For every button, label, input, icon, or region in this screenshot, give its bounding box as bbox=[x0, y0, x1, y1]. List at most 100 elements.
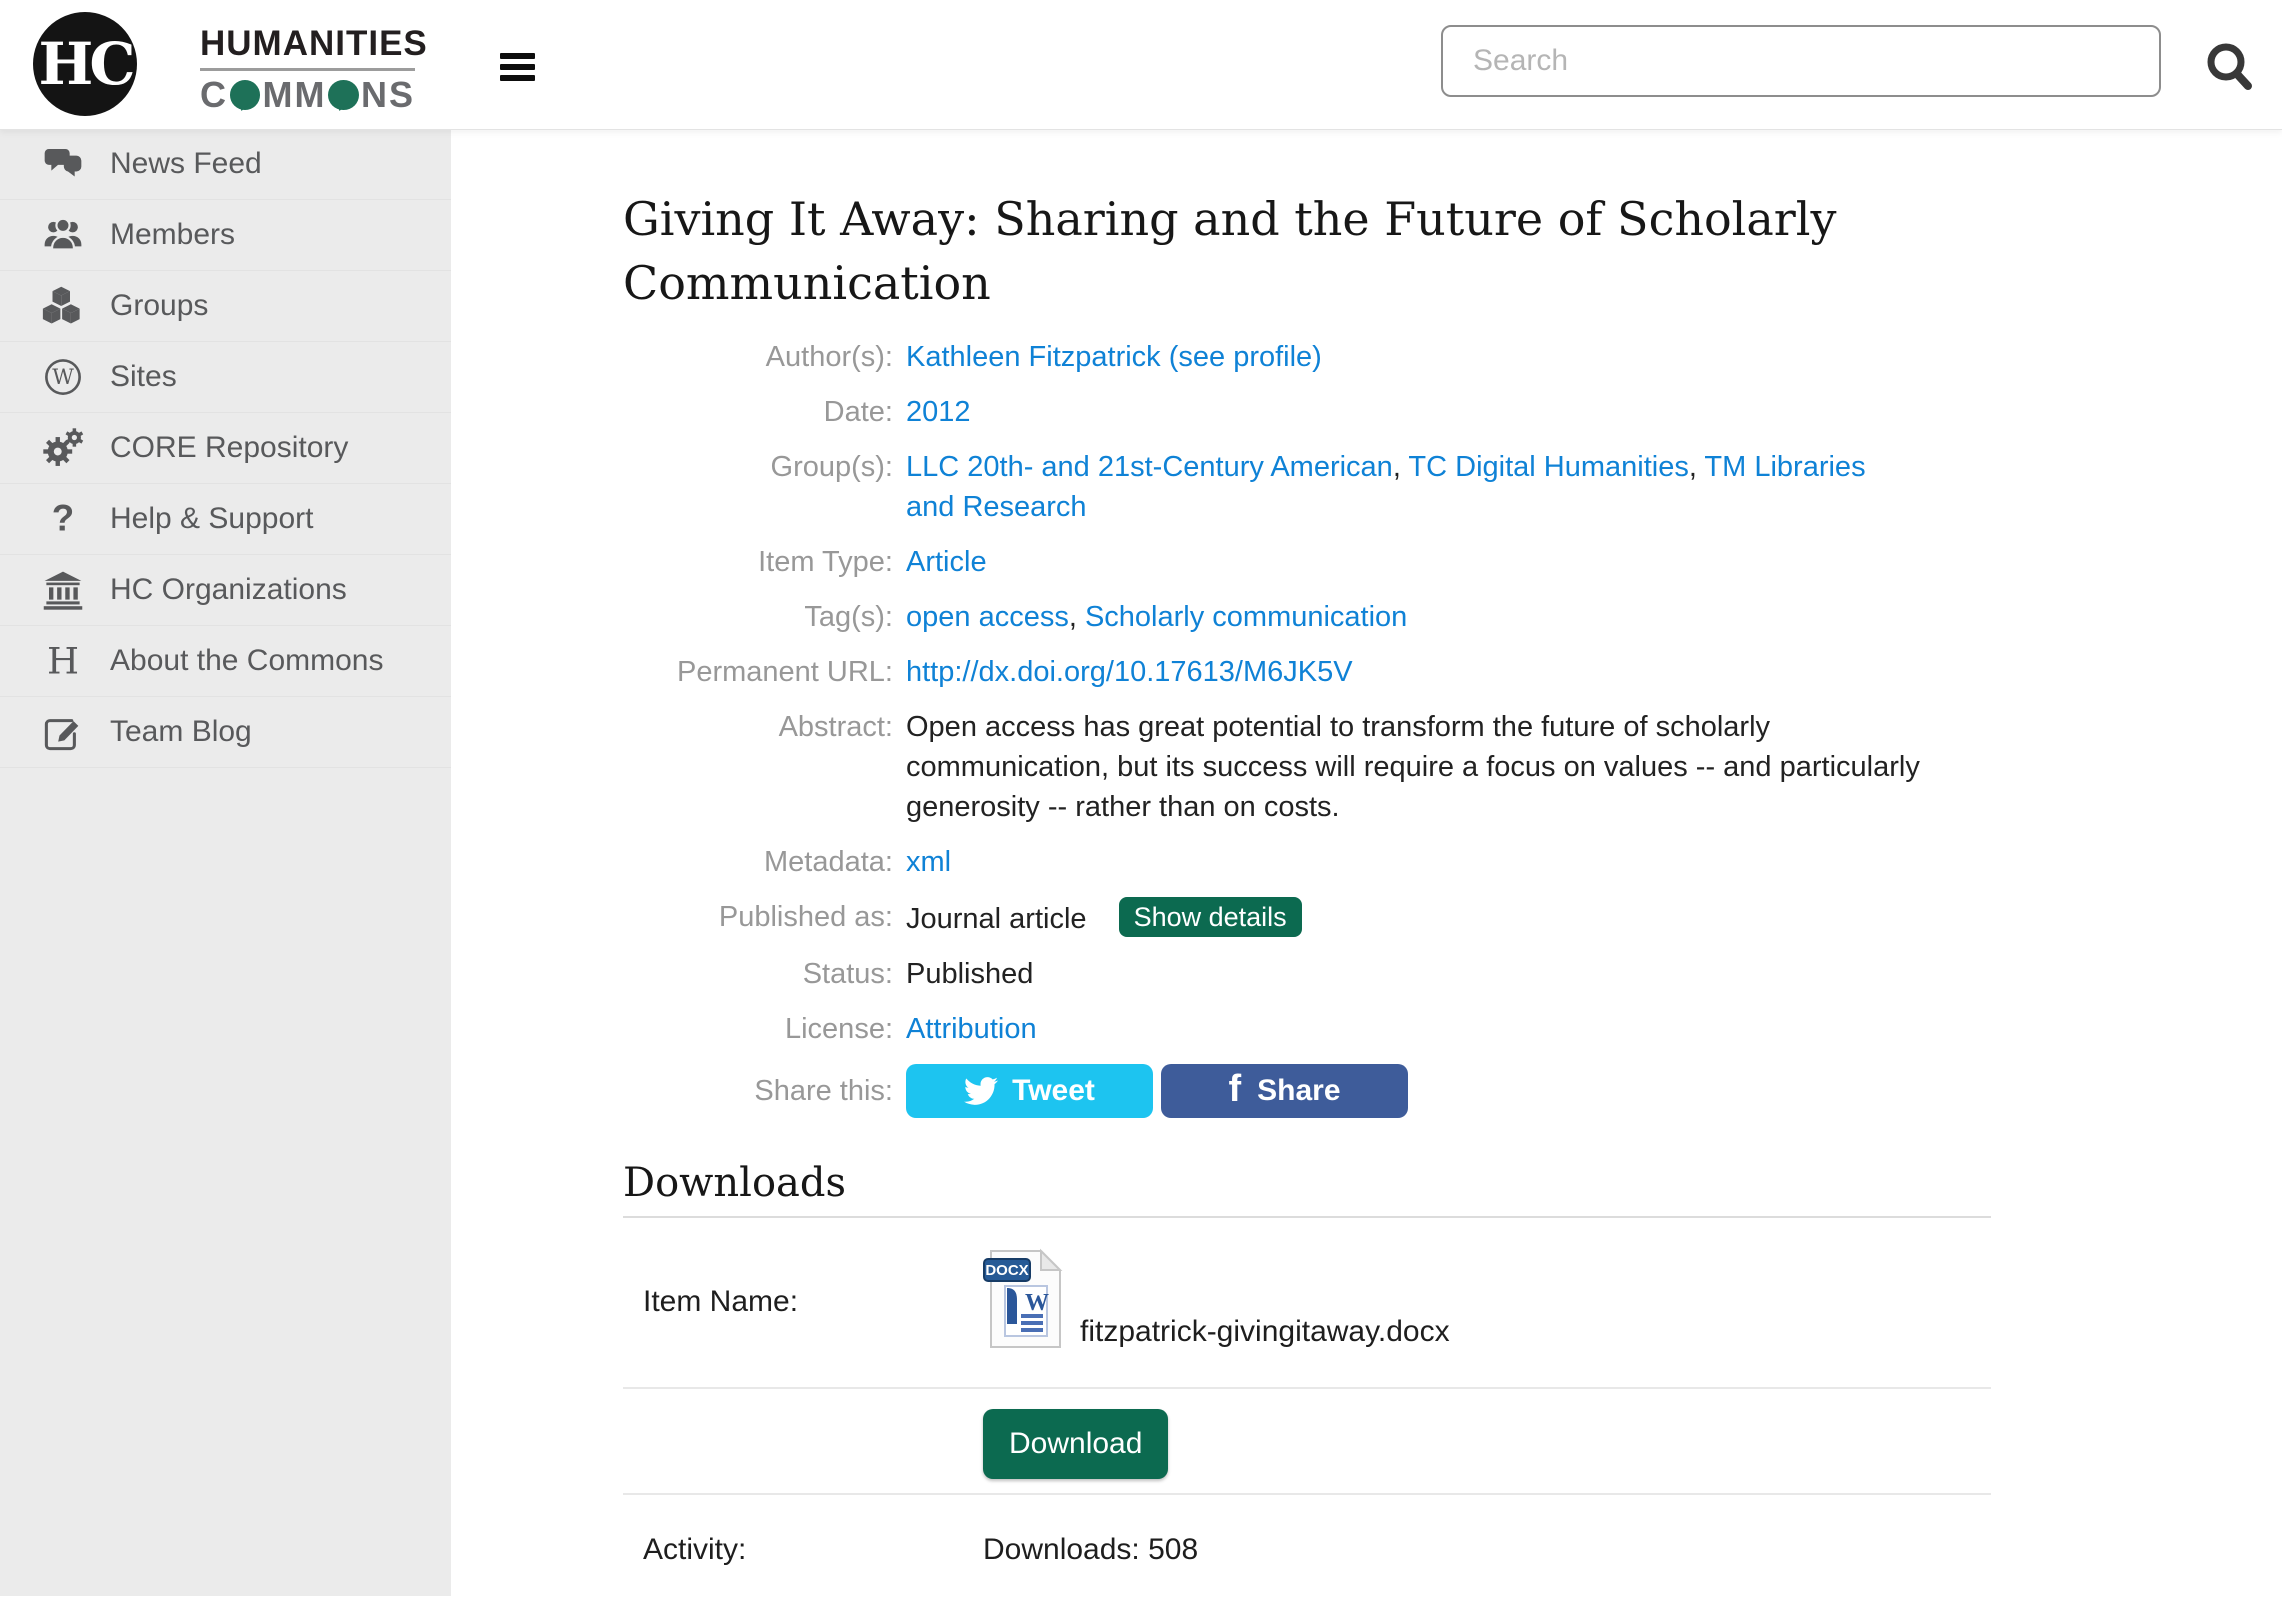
search-icon[interactable] bbox=[2202, 38, 2258, 94]
groups-value: LLC 20th- and 21st-Century American, TC … bbox=[906, 447, 1916, 527]
brand-letter: C bbox=[200, 74, 228, 116]
separator: , bbox=[1689, 451, 1705, 483]
speech-bubbles-icon bbox=[40, 141, 86, 187]
hc-logo[interactable]: HC bbox=[33, 12, 137, 116]
item-type-row: Item Type: Article bbox=[623, 542, 1991, 582]
sidebar-item-news-feed[interactable]: News Feed bbox=[0, 129, 451, 200]
wordpress-icon: W bbox=[40, 354, 86, 400]
tweet-button-label: Tweet bbox=[1012, 1074, 1095, 1108]
item-type-label: Item Type: bbox=[623, 542, 893, 582]
page-title: Giving It Away: Sharing and the Future o… bbox=[623, 187, 1991, 315]
brand-wordmark[interactable]: HUMANITIES CMMNS bbox=[200, 24, 415, 114]
tag-link[interactable]: Scholarly communication bbox=[1085, 601, 1407, 633]
sidebar-item-help-support[interactable]: ? Help & Support bbox=[0, 484, 451, 555]
permanent-url-label: Permanent URL: bbox=[623, 652, 893, 692]
sidebar-item-label: Sites bbox=[110, 360, 177, 394]
sidebar-item-members[interactable]: Members bbox=[0, 200, 451, 271]
bank-icon bbox=[40, 567, 86, 613]
share-label: Share this: bbox=[623, 1071, 893, 1111]
sidebar-item-label: Groups bbox=[110, 289, 208, 323]
share-row: Share this: Tweet f Share bbox=[623, 1064, 1991, 1118]
tags-value: open access, Scholarly communication bbox=[906, 597, 1407, 637]
svg-text:W: W bbox=[1025, 1290, 1049, 1316]
sidebar-item-hc-organizations[interactable]: HC Organizations bbox=[0, 555, 451, 626]
sidebar: News Feed Members Groups W Sites CORE Re… bbox=[0, 129, 451, 1596]
tags-label: Tag(s): bbox=[623, 597, 893, 637]
speech-bubble-o-icon bbox=[230, 80, 260, 110]
sidebar-item-team-blog[interactable]: Team Blog bbox=[0, 697, 451, 768]
app-header: HC HUMANITIES CMMNS bbox=[0, 0, 2282, 130]
sidebar-item-label: Members bbox=[110, 218, 235, 252]
brand-letter: M bbox=[294, 74, 326, 116]
docx-file-icon[interactable]: W DOCX bbox=[983, 1248, 1065, 1355]
brand-letter: S bbox=[389, 74, 415, 116]
hamburger-menu-icon[interactable] bbox=[500, 53, 535, 86]
abstract-row: Abstract: Open access has great potentia… bbox=[623, 707, 1991, 827]
pencil-square-icon bbox=[40, 709, 86, 755]
sidebar-item-label: CORE Repository bbox=[110, 431, 348, 465]
file-name: fitzpatrick-givingitaway.docx bbox=[1080, 1315, 1450, 1355]
status-value: Published bbox=[906, 954, 1033, 994]
hc-logo-monogram: HC bbox=[39, 30, 132, 98]
metadata-label: Metadata: bbox=[623, 842, 893, 882]
sidebar-item-label: Team Blog bbox=[110, 715, 252, 749]
download-button[interactable]: Download bbox=[983, 1409, 1168, 1479]
twitter-bird-icon bbox=[964, 1074, 998, 1108]
sidebar-item-sites[interactable]: W Sites bbox=[0, 342, 451, 413]
author-label: Author(s): bbox=[623, 337, 893, 377]
facebook-f-icon: f bbox=[1228, 1068, 1241, 1111]
question-mark-icon: ? bbox=[40, 496, 86, 542]
abstract-label: Abstract: bbox=[623, 707, 893, 827]
facebook-button-label: Share bbox=[1257, 1074, 1340, 1108]
sidebar-item-core-repository[interactable]: CORE Repository bbox=[0, 413, 451, 484]
svg-text:DOCX: DOCX bbox=[985, 1262, 1028, 1279]
tag-link[interactable]: open access bbox=[906, 601, 1069, 633]
brand-divider bbox=[200, 68, 415, 71]
license-link[interactable]: Attribution bbox=[906, 1013, 1037, 1045]
date-link[interactable]: 2012 bbox=[906, 396, 971, 428]
svg-text:?: ? bbox=[52, 498, 74, 538]
svg-text:W: W bbox=[52, 365, 74, 389]
sidebar-item-label: About the Commons bbox=[110, 644, 383, 678]
tweet-button[interactable]: Tweet bbox=[906, 1064, 1153, 1118]
brand-commons: CMMNS bbox=[200, 76, 415, 114]
separator: , bbox=[1393, 451, 1409, 483]
search-input[interactable] bbox=[1441, 25, 2161, 97]
sidebar-item-label: News Feed bbox=[110, 147, 262, 181]
group-link[interactable]: TC Digital Humanities bbox=[1408, 451, 1688, 483]
item-type-link[interactable]: Article bbox=[906, 546, 987, 578]
sidebar-item-about-the-commons[interactable]: H About the Commons bbox=[0, 626, 451, 697]
date-label: Date: bbox=[623, 392, 893, 432]
cubes-icon bbox=[40, 283, 86, 329]
h-letter-icon: H bbox=[40, 638, 86, 684]
item-name-row: Item Name: W DOCX bbox=[623, 1218, 1991, 1389]
item-name-label: Item Name: bbox=[623, 1285, 983, 1319]
metadata-xml-link[interactable]: xml bbox=[906, 846, 951, 878]
facebook-share-button[interactable]: f Share bbox=[1161, 1064, 1408, 1118]
show-details-button[interactable]: Show details bbox=[1119, 897, 1302, 937]
separator: , bbox=[1069, 601, 1085, 633]
brand-humanities: HUMANITIES bbox=[200, 24, 415, 64]
metadata-row: Metadata: xml bbox=[623, 842, 1991, 882]
group-link[interactable]: LLC 20th- and 21st-Century American bbox=[906, 451, 1393, 483]
sidebar-item-groups[interactable]: Groups bbox=[0, 271, 451, 342]
tags-row: Tag(s): open access, Scholarly communica… bbox=[623, 597, 1991, 637]
status-row: Status: Published bbox=[623, 954, 1991, 994]
main-content: Giving It Away: Sharing and the Future o… bbox=[451, 129, 2282, 1596]
groups-label: Group(s): bbox=[623, 447, 893, 527]
sidebar-item-label: HC Organizations bbox=[110, 573, 347, 607]
date-row: Date: 2012 bbox=[623, 392, 1991, 432]
people-icon bbox=[40, 212, 86, 258]
metadata-table: Author(s): Kathleen Fitzpatrick (see pro… bbox=[623, 337, 1991, 1118]
download-row: Download bbox=[623, 1389, 1991, 1495]
brand-letter: N bbox=[361, 74, 389, 116]
activity-value: Downloads: 508 bbox=[983, 1533, 1198, 1567]
author-link[interactable]: Kathleen Fitzpatrick (see profile) bbox=[906, 341, 1322, 373]
downloads-heading: Downloads bbox=[623, 1160, 1991, 1206]
abstract-text: Open access has great potential to trans… bbox=[906, 707, 1920, 827]
permanent-url-link[interactable]: http://dx.doi.org/10.17613/M6JK5V bbox=[906, 656, 1353, 688]
activity-label: Activity: bbox=[623, 1533, 983, 1567]
published-as-row: Published as: Journal article Show detai… bbox=[623, 897, 1991, 939]
downloads-table: Item Name: W DOCX bbox=[623, 1216, 1991, 1607]
groups-row: Group(s): LLC 20th- and 21st-Century Ame… bbox=[623, 447, 1991, 527]
